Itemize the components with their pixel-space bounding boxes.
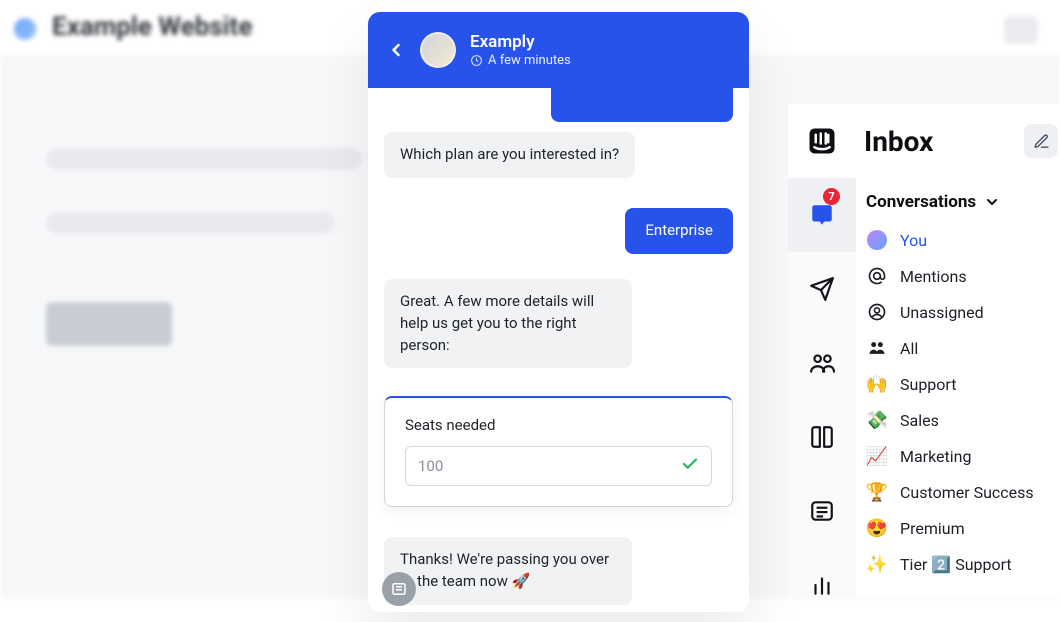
bot-avatar-icon [382, 572, 416, 606]
chat-body: Which plan are you interested in? Enterp… [368, 88, 749, 612]
money-icon: 💸 [866, 409, 888, 431]
response-time: A few minutes [488, 53, 571, 68]
conv-premium[interactable]: 😍 Premium [856, 510, 1060, 546]
conv-label: Mentions [900, 267, 967, 286]
user-message: Enterprise [625, 208, 733, 254]
nav-people[interactable] [788, 326, 856, 400]
agent-name: Examply [470, 32, 571, 52]
conv-label: You [900, 231, 927, 250]
inbox-header: Inbox [788, 104, 1060, 178]
conv-label: Customer Success [900, 483, 1034, 502]
chart-up-icon: 📈 [866, 445, 888, 467]
seats-value: 100 [418, 457, 443, 475]
bar-chart-icon [809, 572, 835, 598]
conv-label: Unassigned [900, 303, 984, 322]
mention-icon [866, 265, 888, 287]
hands-icon: 🙌 [866, 373, 888, 395]
nav-reports[interactable] [788, 548, 856, 622]
conv-you[interactable]: You [856, 222, 1060, 258]
nav-rail: 7 [788, 178, 856, 598]
inbox-badge: 7 [823, 188, 840, 205]
newspaper-icon [809, 498, 835, 524]
bot-message: Which plan are you interested in? [384, 132, 635, 178]
app-logo[interactable] [788, 104, 856, 178]
bot-message: Great. A few more details will help us g… [384, 279, 632, 368]
inbox-title: Inbox [856, 125, 1024, 158]
form-card: Seats needed 100 [384, 396, 733, 507]
paper-plane-icon [809, 276, 835, 302]
chevron-left-icon [386, 40, 406, 60]
nav-send[interactable] [788, 252, 856, 326]
agent-avatar [420, 32, 456, 68]
nav-inbox[interactable]: 7 [788, 178, 856, 252]
site-logo [14, 18, 36, 40]
skeleton-line [46, 212, 334, 234]
user-circle-icon [866, 301, 888, 323]
conv-label: Sales [900, 411, 939, 430]
intercom-icon [807, 126, 837, 156]
inbox-tray-icon [809, 202, 835, 228]
section-header[interactable]: Conversations [856, 178, 1060, 222]
menu-button[interactable] [1004, 16, 1038, 44]
skeleton-button [46, 302, 172, 346]
group-icon [866, 337, 888, 359]
avatar-icon [866, 229, 888, 251]
seats-input[interactable]: 100 [405, 446, 712, 486]
compose-button[interactable] [1024, 124, 1058, 158]
chat-header: Examply A few minutes [368, 12, 749, 88]
heart-eyes-icon: 😍 [866, 517, 888, 539]
skeleton-line [46, 148, 362, 170]
chat-widget: Examply A few minutes Which plan are you… [368, 12, 749, 612]
clock-icon [470, 54, 483, 67]
conv-unassigned[interactable]: Unassigned [856, 294, 1060, 330]
inbox-panel: Inbox 7 [788, 104, 1060, 598]
conv-label: Tier 2️⃣ Support [900, 555, 1012, 574]
nav-book[interactable] [788, 400, 856, 474]
site-title: Example Website [52, 12, 252, 42]
conv-label: All [900, 339, 918, 358]
compose-icon [1033, 133, 1050, 150]
sparkle-icon: ✨ [866, 553, 888, 575]
chevron-down-icon [984, 194, 1000, 210]
section-title: Conversations [866, 192, 976, 212]
conv-customer-success[interactable]: 🏆 Customer Success [856, 474, 1060, 510]
check-icon [681, 455, 699, 477]
back-button[interactable] [386, 40, 406, 60]
conv-mentions[interactable]: Mentions [856, 258, 1060, 294]
bot-message: Thanks! We're passing you over to the te… [384, 537, 632, 605]
conv-marketing[interactable]: 📈 Marketing [856, 438, 1060, 474]
user-message-partial [551, 88, 733, 122]
conv-support[interactable]: 🙌 Support [856, 366, 1060, 402]
conv-sales[interactable]: 💸 Sales [856, 402, 1060, 438]
conversation-list: Conversations You Mentions Unassigned Al… [856, 178, 1060, 598]
conv-tier2[interactable]: ✨ Tier 2️⃣ Support [856, 546, 1060, 582]
conv-all[interactable]: All [856, 330, 1060, 366]
people-icon [809, 350, 835, 376]
conv-label: Premium [900, 519, 965, 538]
nav-news[interactable] [788, 474, 856, 548]
seats-label: Seats needed [405, 416, 712, 434]
conv-label: Marketing [900, 447, 971, 466]
trophy-icon: 🏆 [866, 481, 888, 503]
conv-label: Support [900, 375, 956, 394]
book-icon [809, 424, 835, 450]
